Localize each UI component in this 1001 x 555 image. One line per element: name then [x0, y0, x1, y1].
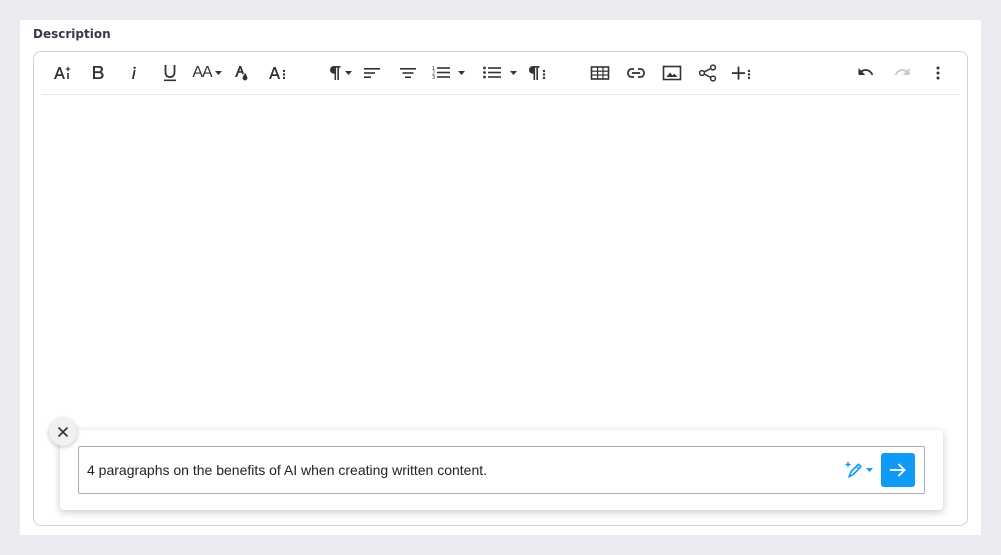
insert-link-button[interactable] — [624, 61, 648, 85]
insert-table-button[interactable] — [588, 61, 612, 85]
font-size-icon: AA — [192, 64, 212, 81]
insert-image-button[interactable] — [660, 61, 684, 85]
redo-button[interactable] — [890, 61, 914, 85]
close-icon — [57, 426, 69, 438]
more-options-icon — [936, 66, 940, 80]
more-insert-icon — [732, 66, 751, 80]
chevron-down-icon — [509, 70, 517, 75]
align-left-button[interactable] — [360, 61, 384, 85]
svg-text:3: 3 — [432, 75, 435, 81]
italic-button[interactable] — [122, 61, 146, 85]
description-panel: Description AA 1 2 3 4 paragraphs on the… — [20, 20, 981, 535]
underline-icon — [164, 65, 176, 82]
chevron-down-icon — [458, 70, 465, 75]
more-text-button[interactable] — [266, 61, 290, 85]
insert-image-icon — [662, 65, 682, 81]
ordered-list-button[interactable]: 1 2 3 — [430, 61, 466, 85]
align-center-button[interactable] — [396, 61, 420, 85]
paragraph-format-icon — [330, 66, 341, 80]
italic-icon — [132, 66, 136, 79]
more-paragraph-button[interactable] — [526, 61, 550, 85]
more-paragraph-icon — [529, 66, 546, 80]
arrow-right-icon — [890, 463, 906, 477]
chevron-down-icon — [214, 70, 222, 75]
share-button[interactable] — [696, 61, 720, 85]
redo-icon — [894, 68, 910, 76]
more-options-button[interactable] — [926, 61, 950, 85]
chevron-down-icon — [345, 70, 352, 75]
insert-table-icon — [590, 66, 610, 80]
insert-link-icon — [627, 68, 645, 78]
undo-icon — [858, 68, 874, 76]
ai-prompt-field — [78, 446, 925, 494]
font-size-button[interactable]: AA — [192, 61, 222, 85]
bold-button[interactable] — [86, 61, 110, 85]
more-text-icon — [269, 67, 286, 80]
editor-toolbar: AA 1 2 3 — [34, 52, 967, 94]
ai-prompt-popup — [60, 430, 943, 510]
underline-button[interactable] — [158, 61, 182, 85]
unordered-list-icon — [482, 66, 501, 79]
share-icon — [698, 64, 717, 82]
text-color-icon — [235, 66, 248, 81]
ai-writing-style-button[interactable] — [843, 459, 873, 481]
more-insert-button[interactable] — [730, 61, 754, 85]
magic-pen-icon — [844, 461, 862, 478]
align-left-icon — [364, 68, 380, 78]
text-color-button[interactable] — [230, 61, 254, 85]
unordered-list-button[interactable] — [480, 61, 518, 85]
ai-prompt-close-button[interactable] — [49, 418, 77, 446]
description-label: Description — [33, 27, 111, 41]
undo-button[interactable] — [854, 61, 878, 85]
toolbar-divider — [42, 94, 959, 95]
align-center-icon — [400, 68, 416, 78]
ai-assistant-icon — [54, 66, 71, 79]
paragraph-format-button[interactable] — [326, 61, 354, 85]
ordered-list-icon: 1 2 3 — [432, 66, 450, 81]
ai-send-button[interactable] — [881, 453, 915, 487]
ai-assistant-button[interactable] — [50, 61, 74, 85]
bold-icon — [93, 66, 104, 79]
ai-prompt-input[interactable] — [87, 447, 827, 493]
chevron-down-icon — [866, 467, 873, 472]
